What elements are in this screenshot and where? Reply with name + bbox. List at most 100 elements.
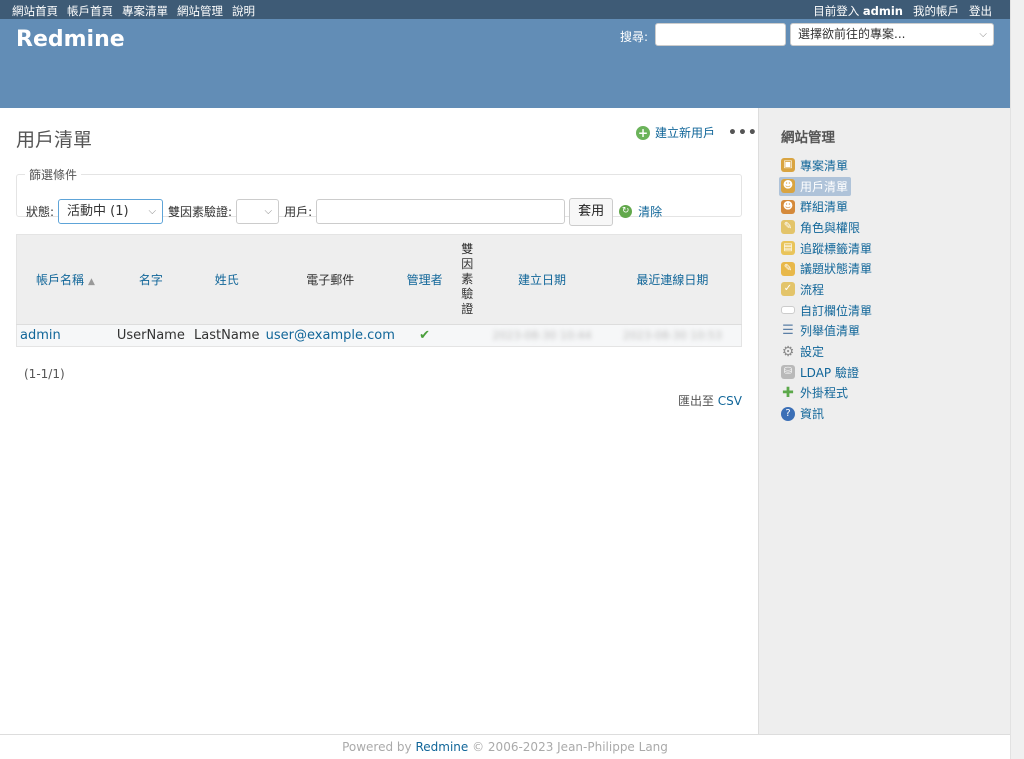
status-label: 狀態: [26, 205, 55, 219]
filters-legend[interactable]: 篩選條件 [25, 166, 81, 183]
user-mail-link[interactable]: user@example.com [266, 328, 395, 343]
sidebar-item-label: 角色與權限 [800, 220, 861, 235]
sidebar-link-workflows[interactable]: ✓ 流程 [779, 280, 827, 299]
sidebar-link-custom-fields[interactable]: 自訂欄位清單 [779, 301, 875, 320]
top-menu-help[interactable]: 說明 [232, 3, 255, 19]
search-input[interactable] [655, 23, 786, 46]
export-label: 匯出至 [677, 394, 714, 408]
app-title[interactable]: Redmine [16, 27, 125, 52]
top-menu: 網站首頁 帳戶首頁 專案清單 網站管理 說明 目前登入 admin 我的帳戶 登… [0, 0, 1010, 19]
sidebar-link-settings[interactable]: ⚙ 設定 [779, 342, 827, 361]
header-created[interactable]: 建立日期 [480, 234, 604, 325]
sidebar-title: 網站管理 [781, 130, 835, 146]
header-firstname[interactable]: 名字 [113, 234, 188, 325]
top-menu-home[interactable]: 網站首頁 [12, 3, 58, 19]
cell-admin: ✔ [394, 324, 455, 347]
filters-row: 狀態: 活動中 (1) ⌵ 雙因素驗證: ⌵ 用戶: 套用 ↻ 清除 [26, 197, 662, 226]
plugin-icon: ✚ [782, 384, 794, 401]
contextual-actions: + 建立新用戶 ••• [636, 124, 758, 141]
logged-as: 目前登入 admin [813, 3, 903, 19]
cell-mail: user@example.com [265, 324, 395, 347]
user-filter-input[interactable] [316, 199, 566, 224]
sidebar-link-plugins[interactable]: ✚ 外掛程式 [779, 383, 851, 402]
sidebar-item-settings: ⚙ 設定 [779, 341, 875, 362]
sidebar-item-label: 外掛程式 [800, 386, 849, 401]
new-user-link[interactable]: 建立新用戶 [655, 124, 715, 141]
sidebar-item-custom-fields: 自訂欄位清單 [779, 300, 875, 321]
sidebar-item-users: ☻ 用戶清單 [779, 176, 875, 197]
sidebar-item-label: 流程 [800, 282, 825, 297]
footer-copyright: © 2006-2023 Jean-Philippe Lang [472, 740, 668, 754]
status-select[interactable]: 活動中 (1) ⌵ [58, 199, 164, 224]
header-twofa[interactable]: 雙因素驗證 [454, 234, 481, 325]
sort-asc-icon: ▲ [87, 277, 95, 287]
user-label: 用戶: [284, 205, 313, 219]
table-row: admin UserName LastName user@example.com… [16, 324, 742, 347]
sidebar-item-roles: ✎ 角色與權限 [779, 217, 875, 238]
sidebar-link-enumerations[interactable]: ☰ 列舉值清單 [779, 321, 863, 340]
sidebar-item-label: 專案清單 [800, 158, 849, 173]
logged-user-link[interactable]: admin [863, 4, 903, 18]
sidebar-link-projects[interactable]: ▣ 專案清單 [779, 156, 851, 175]
pagination: (1-1/1) [24, 367, 65, 381]
sidebar-item-label: 用戶清單 [800, 179, 849, 194]
table-header-row: 帳戶名稱 ▲ 名字 姓氏 電子郵件 管理者 雙因素驗證 建立日期 最近連線日期 [16, 234, 742, 325]
add-icon: + [636, 125, 650, 140]
list-icon: ☰ [782, 322, 794, 338]
sidebar-link-issue-statuses[interactable]: ✎ 議題狀態清單 [779, 259, 875, 278]
sidebar-item-trackers: ▤ 追蹤標籤清單 [779, 238, 875, 259]
other-formats: 匯出至 CSV [678, 392, 742, 409]
chevron-down-icon: ⌵ [264, 206, 273, 217]
sidebar-item-label: 自訂欄位清單 [800, 303, 873, 318]
apply-button[interactable]: 套用 [569, 197, 614, 226]
sidebar-link-trackers[interactable]: ▤ 追蹤標籤清單 [779, 239, 875, 258]
cell-login[interactable]: admin [16, 324, 114, 347]
clear-link[interactable]: 清除 [638, 203, 662, 220]
header-login[interactable]: 帳戶名稱 ▲ [16, 234, 114, 325]
last-login-date: 2023-08-30 10:53 [622, 329, 722, 342]
sidebar-item-groups: ☻ 群組清單 [779, 196, 875, 217]
roles-icon: ✎ [781, 220, 795, 235]
sidebar-link-groups[interactable]: ☻ 群組清單 [779, 197, 851, 216]
sidebar-item-projects: ▣ 專案清單 [779, 155, 875, 176]
sidebar-item-enumerations: ☰ 列舉值清單 [779, 321, 875, 342]
projects-icon: ▣ [781, 158, 795, 173]
sidebar-link-info[interactable]: ? 資訊 [779, 404, 827, 423]
export-csv-link[interactable]: CSV [718, 394, 742, 408]
reload-icon: ↻ [619, 205, 633, 218]
sidebar-item-workflows: ✓ 流程 [779, 279, 875, 300]
logged-as-label: 目前登入 [813, 4, 860, 18]
header-mail[interactable]: 電子郵件 [265, 234, 395, 325]
sidebar-item-label: 群組清單 [800, 200, 849, 215]
sidebar-link-ldap[interactable]: ⛁ LDAP 驗證 [779, 363, 862, 382]
more-actions-icon[interactable]: ••• [728, 125, 758, 141]
header-login-label: 帳戶名稱 [35, 273, 84, 287]
page-scrollbar[interactable] [1010, 0, 1024, 759]
top-menu-projects[interactable]: 專案清單 [122, 3, 168, 19]
my-account-link[interactable]: 我的帳戶 [913, 3, 959, 19]
top-menu-right: 目前登入 admin 我的帳戶 登出 [813, 3, 992, 19]
content: 用戶清單 + 建立新用戶 ••• 篩選條件 狀態: 活動中 (1) ⌵ 雙因素驗… [0, 108, 758, 734]
sidebar-link-users[interactable]: ☻ 用戶清單 [779, 176, 852, 196]
project-jump-select[interactable]: 選擇欲前往的專案... ⌵ [790, 23, 994, 46]
cell-lastname: LastName [187, 324, 266, 347]
header-last-login[interactable]: 最近連線日期 [603, 234, 742, 325]
twofa-select[interactable]: ⌵ [236, 199, 280, 224]
header-admin[interactable]: 管理者 [394, 234, 455, 325]
logout-link[interactable]: 登出 [969, 3, 992, 19]
cell-twofa [454, 324, 481, 347]
sidebar-item-label: 設定 [800, 345, 825, 360]
user-login-link[interactable]: admin [20, 328, 61, 343]
sidebar-link-roles[interactable]: ✎ 角色與權限 [779, 218, 863, 237]
group-icon: ☻ [781, 199, 795, 214]
top-menu-administration[interactable]: 網站管理 [177, 3, 223, 19]
ldap-icon: ⛁ [781, 365, 795, 380]
footer-redmine-link[interactable]: Redmine [415, 740, 468, 754]
top-menu-my-page[interactable]: 帳戶首頁 [67, 3, 113, 19]
cell-firstname: UserName [113, 324, 188, 347]
sidebar-item-label: 議題狀態清單 [800, 262, 873, 277]
sidebar-item-info: ? 資訊 [779, 403, 875, 424]
header-lastname[interactable]: 姓氏 [187, 234, 266, 325]
sidebar-item-label: 列舉值清單 [800, 324, 861, 339]
cell-created: 2023-08-30 10:44 [480, 324, 604, 347]
